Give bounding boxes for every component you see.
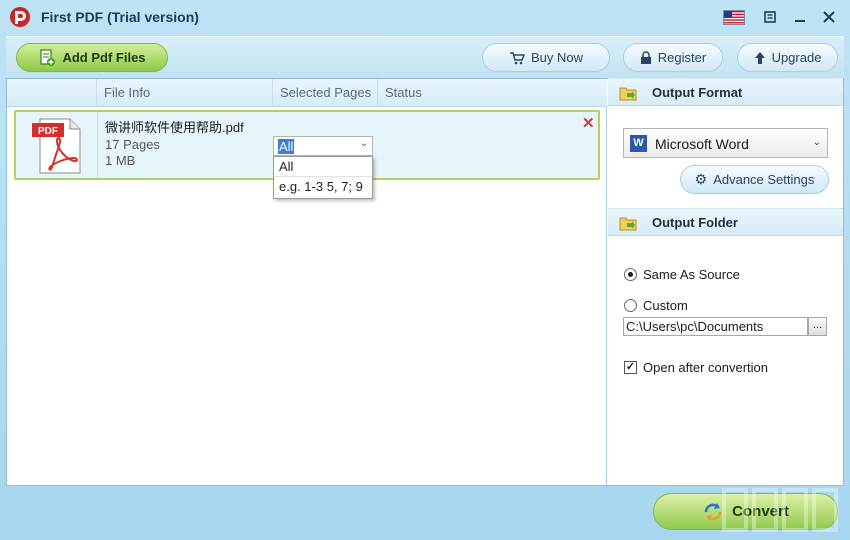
- folder-icon: [619, 217, 637, 231]
- settings-panel: Output Format W Microsoft Word ⌄ ⚙ Advan…: [608, 78, 843, 485]
- file-size: 1 MB: [105, 153, 136, 168]
- pdf-badge-label: PDF: [38, 126, 58, 137]
- add-pdf-files-label: Add Pdf Files: [62, 50, 146, 65]
- word-icon: W: [630, 135, 647, 152]
- remove-file-icon[interactable]: ✕: [582, 114, 595, 132]
- upgrade-button[interactable]: Upgrade: [737, 43, 838, 72]
- same-as-source-label: Same As Source: [643, 267, 740, 282]
- column-selected-pages[interactable]: Selected Pages: [272, 79, 377, 107]
- add-pdf-files-button[interactable]: Add Pdf Files: [16, 43, 168, 72]
- output-path-input[interactable]: [623, 317, 808, 336]
- upgrade-arrow-icon: [754, 51, 765, 64]
- file-list-header: File Info Selected Pages Status: [7, 79, 607, 107]
- add-file-icon: [40, 48, 56, 66]
- output-format-select[interactable]: W Microsoft Word ⌄: [623, 128, 828, 158]
- open-after-checkbox[interactable]: ✓: [624, 361, 637, 374]
- column-file-info[interactable]: File Info: [96, 79, 272, 107]
- selected-pages-dropdown: All e.g. 1-3 5, 7; 9: [273, 156, 373, 199]
- format-folder-icon: [619, 87, 637, 101]
- selected-pages-select[interactable]: All ⌄: [273, 136, 373, 156]
- open-after-option[interactable]: ✓ Open after convertion: [624, 360, 768, 375]
- page-option-all[interactable]: All: [274, 157, 372, 177]
- main-panel: File Info Selected Pages Status PDF 微讲师软…: [6, 78, 844, 486]
- selected-pages-value: All: [278, 139, 295, 154]
- chevron-down-icon: ⌄: [359, 138, 368, 149]
- menu-icon[interactable]: [758, 6, 782, 28]
- same-as-source-option[interactable]: Same As Source: [624, 267, 740, 282]
- title-bar: First PDF (Trial version): [0, 0, 850, 34]
- app-logo-icon: [10, 7, 30, 27]
- register-button[interactable]: Register: [623, 43, 723, 72]
- toolbar: Add Pdf Files Buy Now Register Upgrade: [6, 36, 844, 78]
- flag-icon[interactable]: [723, 10, 745, 25]
- chevron-down-icon: ⌄: [812, 137, 821, 148]
- gear-icon: ⚙: [694, 171, 708, 187]
- file-list-panel: File Info Selected Pages Status PDF 微讲师软…: [7, 79, 607, 485]
- same-as-source-radio[interactable]: [624, 268, 637, 281]
- lock-icon: [640, 50, 651, 64]
- output-format-title: Output Format: [652, 85, 743, 100]
- browse-button[interactable]: ...: [808, 317, 827, 336]
- file-pages: 17 Pages: [105, 137, 160, 152]
- pdf-file-icon: PDF: [32, 118, 81, 174]
- output-folder-title: Output Folder: [652, 215, 738, 230]
- convert-refresh-icon: [704, 502, 722, 521]
- close-icon[interactable]: [817, 6, 841, 28]
- buy-now-label: Buy Now: [530, 50, 584, 65]
- page-option-range[interactable]: e.g. 1-3 5, 7; 9: [274, 177, 372, 197]
- cart-icon: [509, 51, 525, 64]
- open-after-label: Open after convertion: [643, 360, 769, 375]
- row-divider: [97, 112, 98, 178]
- output-folder-header: Output Folder: [608, 208, 843, 236]
- upgrade-label: Upgrade: [771, 50, 822, 65]
- register-label: Register: [657, 50, 707, 65]
- custom-label: Custom: [643, 298, 688, 313]
- buy-now-button[interactable]: Buy Now: [482, 43, 610, 72]
- watermark-logo: [722, 488, 838, 532]
- file-name: 微讲师软件使用帮助.pdf: [105, 120, 244, 135]
- advance-settings-button[interactable]: ⚙ Advance Settings: [680, 165, 829, 194]
- output-format-value: Microsoft Word: [655, 136, 749, 152]
- window-title: First PDF (Trial version): [41, 9, 199, 25]
- custom-radio[interactable]: [624, 299, 637, 312]
- minimize-icon[interactable]: [788, 6, 812, 28]
- output-format-header: Output Format: [608, 78, 843, 106]
- column-status[interactable]: Status: [377, 79, 607, 107]
- custom-option[interactable]: Custom: [624, 298, 688, 313]
- advance-settings-label: Advance Settings: [713, 172, 815, 187]
